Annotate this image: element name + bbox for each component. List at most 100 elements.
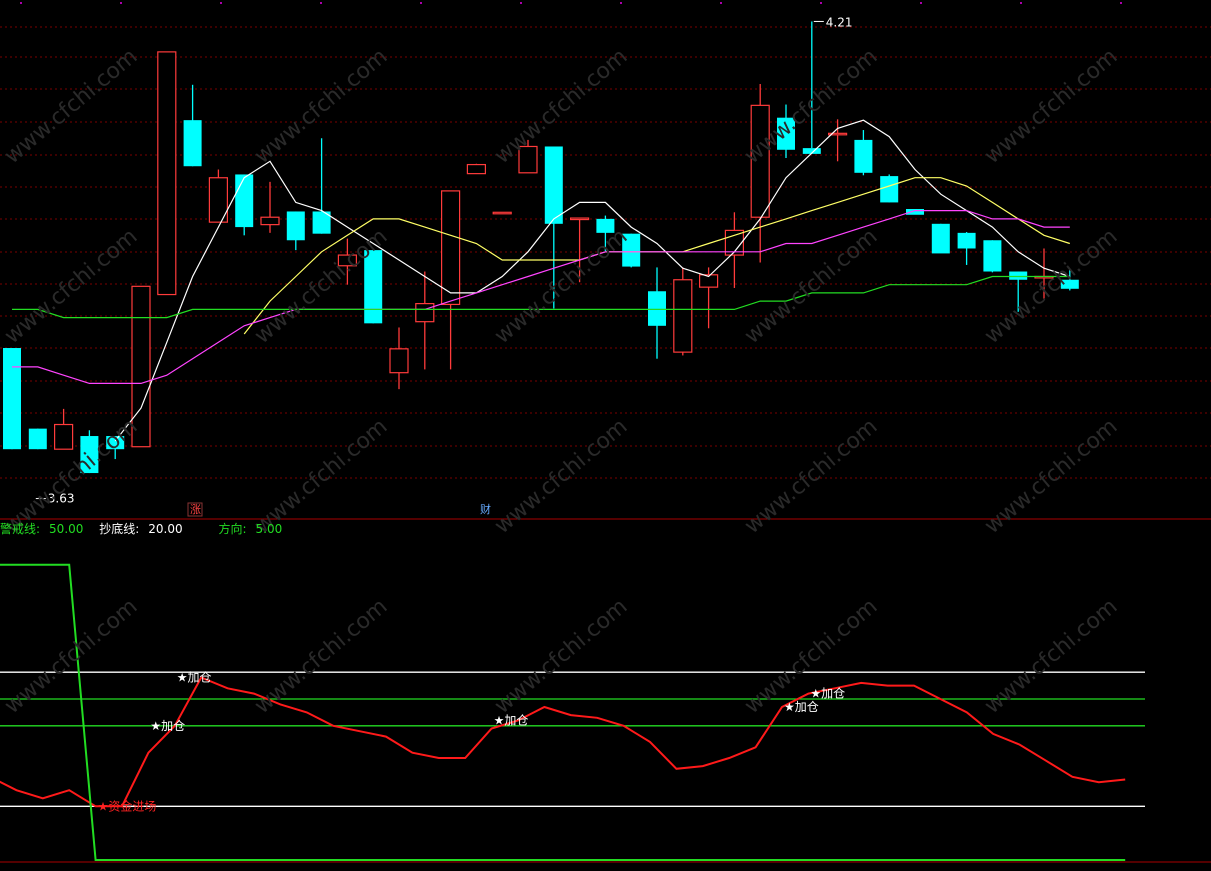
candle-body [957,232,976,249]
legend-bottom-label: 抄底线: [99,522,140,536]
candle-body [569,217,590,221]
candle-body [131,285,151,448]
oscillator-line [0,676,1126,808]
candle-body [750,104,770,218]
candle-body [364,250,383,324]
max-price-label: 4.21 [826,15,853,29]
legend-direction: 方向: 5.00 [218,522,288,536]
candle-body [337,254,357,267]
candle [596,215,615,251]
candle [906,209,924,215]
candle [286,211,305,251]
grid-dot [1120,2,1122,4]
indicator-legend: 警戒线: 50.00 抄底线: 20.00 方向: 5.00 [0,520,294,536]
candle [569,217,590,283]
candle-body [28,428,47,450]
candle-body [983,240,1002,272]
candle-body [1009,271,1028,280]
grid-dot [720,2,722,4]
candle [3,348,21,450]
candle [1060,269,1079,291]
candle-body [648,291,666,326]
candle-body [880,176,899,203]
candle [235,174,254,236]
grid-dot [420,2,422,4]
candle [80,430,99,474]
candle [157,51,177,296]
candle [389,327,409,390]
candle-body [466,163,486,175]
marker-zhang: 涨 [190,503,201,516]
grid-dot [820,2,822,4]
candlestick-chart: 4.213.63涨财 ★资金进场★加仓★加仓★加仓★加仓★加仓 [0,2,1211,863]
candle-body [157,51,177,296]
candle [260,181,280,233]
legend-warning-value: 50.00 [49,522,84,536]
grid-dot [20,2,22,4]
candle [131,285,151,448]
legend-warning-label: 警戒线: [0,522,41,536]
candle [931,223,950,254]
candle [106,436,125,460]
candle-body [518,145,538,174]
candle-body [183,120,202,167]
candle [312,138,331,234]
candle-body [906,209,924,215]
candle [957,232,976,265]
candle-body [492,211,512,215]
candle [53,408,74,450]
candle [364,250,383,324]
grid-dot [920,2,922,4]
candle [518,139,538,174]
candle-body [260,216,280,226]
candle [466,163,486,175]
candle [1009,271,1028,312]
candle-body [286,211,305,241]
grid-dot [620,2,622,4]
candle [983,240,1002,273]
candle-body [389,348,409,374]
candle-body [854,139,873,173]
candle-body [777,117,795,150]
min-price-label: 3.63 [48,492,75,506]
candle [750,83,770,263]
candle-body [235,174,254,228]
marker-cai: 财 [480,502,491,516]
candle [724,212,745,288]
entry-marker: ★资金进场 [98,798,157,813]
candle-body [441,190,461,306]
chart-stage: www.cfchi.com www.cfchi.com www.cfchi.com w… [0,0,1211,867]
candle [854,130,873,176]
candle [777,104,795,158]
legend-direction-value: 5.00 [255,522,283,536]
candle-body [415,302,435,323]
candle [673,267,693,356]
candle [1034,248,1054,299]
candle-body [622,233,641,267]
candle [415,271,435,370]
legend-direction-label: 方向: [218,522,247,536]
candle-body [53,423,74,450]
candle [622,233,641,268]
candle [492,211,512,215]
candle [28,428,47,450]
ma-line-ma5 [114,119,1070,442]
add-marker: ★加仓 [494,713,529,727]
candle [183,84,202,167]
candle-body [544,146,563,224]
candle-body [3,348,21,450]
candle [337,238,357,285]
legend-warning: 警戒线: 50.00 [0,522,93,536]
candle-body [931,223,950,254]
grid-dot [220,2,222,4]
grid-dot [1020,2,1022,4]
legend-bottom-value: 20.00 [148,522,183,536]
add-marker: ★加仓 [177,671,212,685]
legend-bottom: 抄底线: 20.00 [99,522,192,536]
candle-body [673,279,693,353]
candle [648,267,666,359]
add-marker: ★加仓 [784,700,819,714]
candle [802,21,821,154]
candle [441,190,461,370]
candle-body [106,436,125,450]
